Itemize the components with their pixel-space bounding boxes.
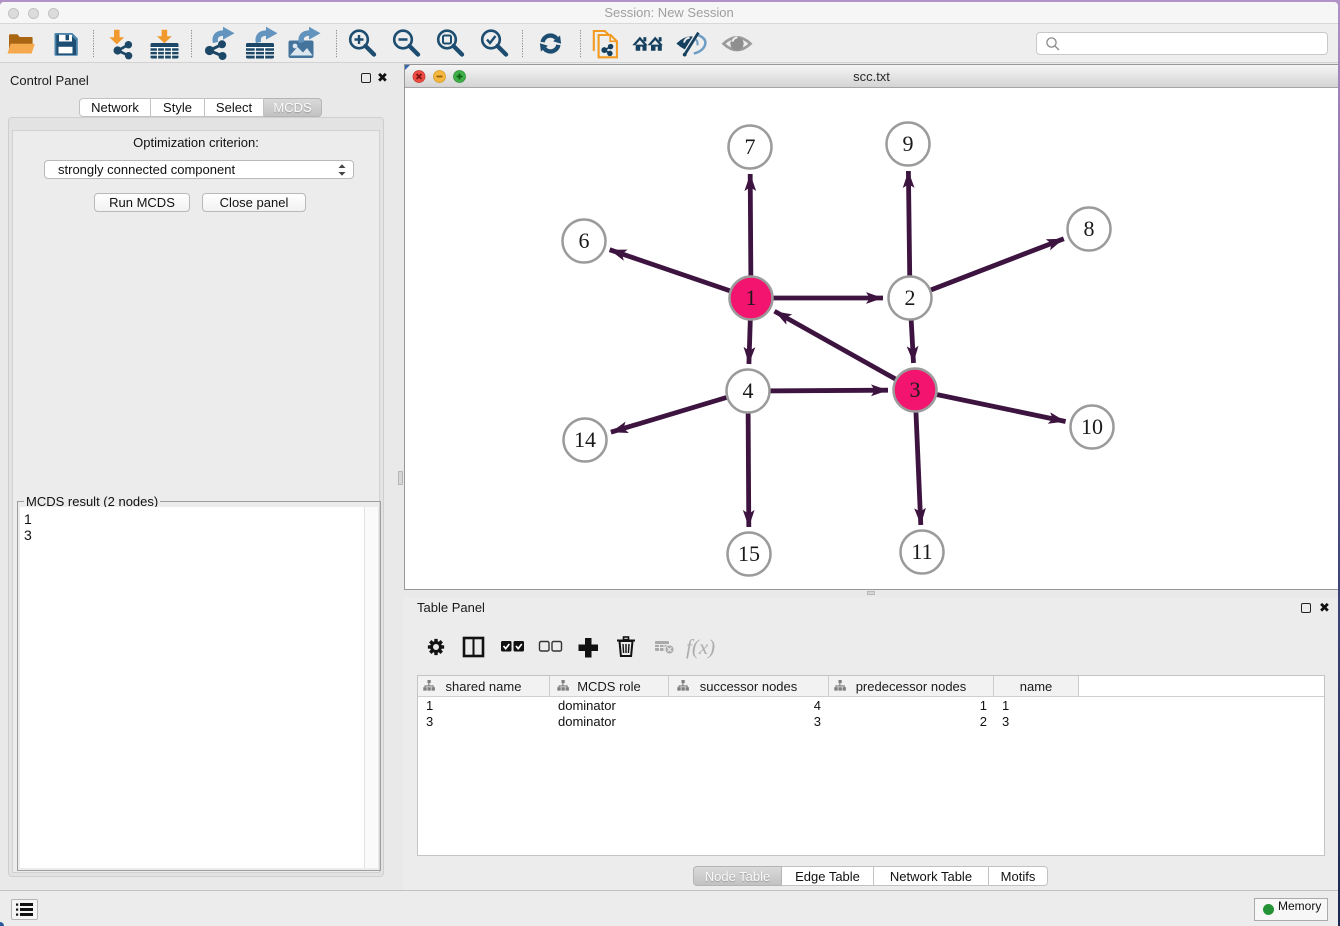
svg-text:3: 3 [910,377,921,402]
svg-text:6: 6 [579,228,590,253]
svg-text:4: 4 [743,378,754,403]
svg-text:8: 8 [1084,216,1095,241]
svg-text:9: 9 [903,131,914,156]
svg-text:1: 1 [746,285,757,310]
svg-text:14: 14 [574,427,596,452]
svg-text:f(x): f(x) [686,635,715,659]
svg-text:11: 11 [911,539,932,564]
svg-text:2: 2 [905,285,916,310]
svg-text:10: 10 [1081,414,1103,439]
svg-text:15: 15 [738,541,760,566]
svg-text:7: 7 [745,134,756,159]
